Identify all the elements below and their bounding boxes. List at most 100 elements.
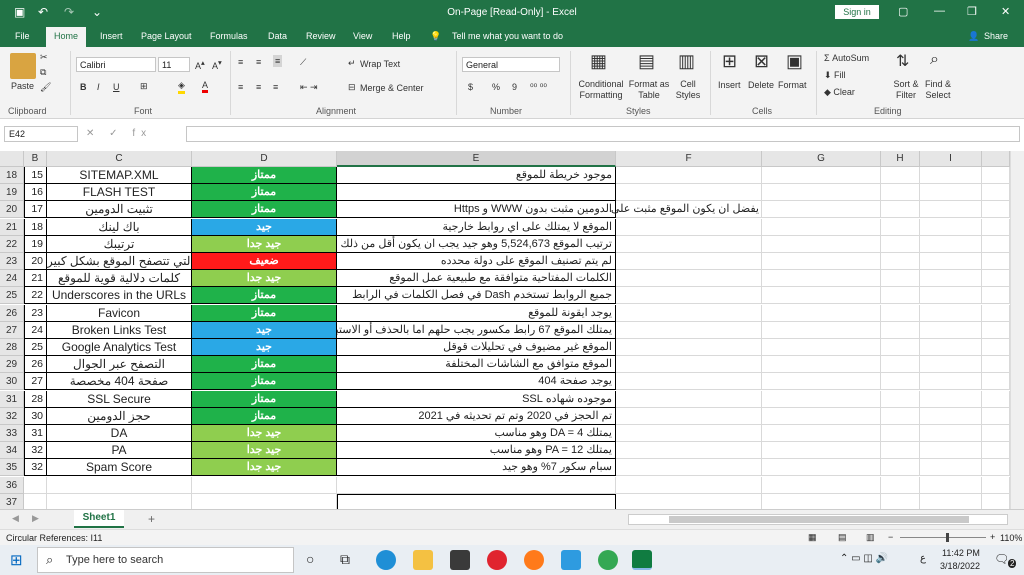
cell-notes[interactable]: [616, 476, 762, 494]
cell-rating[interactable]: جيد جدا: [192, 270, 337, 288]
cell-details[interactable]: يوجد ايقونة للموقع: [337, 304, 616, 322]
row-header[interactable]: 36: [0, 476, 24, 494]
cell-check-name[interactable]: حجز الدومين: [47, 407, 192, 425]
cell-check-name[interactable]: صفحة 404 مخصصة: [47, 373, 192, 391]
tab-help[interactable]: Help: [392, 31, 411, 41]
cell-check-name[interactable]: [47, 493, 192, 509]
clear-button[interactable]: ◆ Clear: [824, 87, 855, 98]
row-header[interactable]: 26: [0, 304, 24, 322]
chrome-icon[interactable]: [598, 550, 618, 570]
cell[interactable]: [982, 459, 1010, 477]
cell-details[interactable]: الدومين مثبت بدون WWW و Https: [337, 201, 616, 219]
cell-index[interactable]: 19: [24, 235, 47, 253]
cell[interactable]: [920, 339, 982, 356]
format-painter-icon[interactable]: 🖌: [40, 82, 51, 93]
align-bottom-icon[interactable]: ≡: [273, 55, 283, 67]
row-header[interactable]: 37: [0, 493, 24, 509]
conditional-formatting-button[interactable]: Conditional Formatting: [575, 79, 627, 101]
find-select-icon[interactable]: ⌕: [930, 51, 939, 69]
row-header[interactable]: 21: [0, 218, 24, 236]
cell-check-name[interactable]: Broken Links Test: [47, 321, 192, 339]
cell-details[interactable]: يمتلك PA = 12 وهو مناسب: [337, 442, 616, 460]
cell-index[interactable]: 27: [24, 373, 47, 391]
cell[interactable]: [982, 442, 1010, 460]
cell-rating[interactable]: ممتاز: [192, 373, 337, 391]
cell-check-name[interactable]: Spam Score: [47, 459, 192, 477]
cell-notes[interactable]: [616, 425, 762, 442]
cell[interactable]: [762, 167, 881, 184]
cell[interactable]: [982, 356, 1010, 374]
close-icon[interactable]: ✕: [1001, 5, 1010, 18]
cell-details[interactable]: [337, 493, 616, 509]
cell-details[interactable]: الموقع متوافق مع الشاشات المختلفة: [337, 356, 616, 374]
cell-rating[interactable]: ممتاز: [192, 287, 337, 305]
cell[interactable]: [920, 270, 982, 288]
sort-filter-button[interactable]: Sort & Filter: [888, 79, 924, 101]
cell[interactable]: [762, 201, 881, 219]
cell-check-name[interactable]: Favicon: [47, 304, 192, 322]
cell-index[interactable]: 18: [24, 218, 47, 236]
share-button[interactable]: Share: [984, 31, 1008, 41]
cell[interactable]: [982, 304, 1010, 322]
align-right-icon[interactable]: ≡: [273, 82, 278, 92]
row-header[interactable]: 28: [0, 339, 24, 356]
underline-button[interactable]: U: [113, 82, 120, 92]
cell-details[interactable]: [337, 476, 616, 494]
cell[interactable]: [881, 235, 920, 253]
cell[interactable]: [920, 321, 982, 339]
sort-filter-icon[interactable]: ⇅: [896, 51, 909, 71]
cell-rating[interactable]: جيد: [192, 218, 337, 236]
cell[interactable]: [982, 321, 1010, 339]
cell-check-name[interactable]: PA: [47, 442, 192, 460]
cell-notes[interactable]: [616, 287, 762, 305]
merge-center-icon[interactable]: ⊟: [348, 82, 356, 93]
cell[interactable]: [881, 390, 920, 408]
cell-index[interactable]: 22: [24, 287, 47, 305]
cell[interactable]: [920, 476, 982, 494]
cell[interactable]: [881, 253, 920, 270]
percent-button[interactable]: %: [492, 82, 500, 92]
italic-button[interactable]: I: [97, 82, 100, 92]
cell-notes[interactable]: [616, 235, 762, 253]
cell-check-name[interactable]: DA: [47, 425, 192, 442]
column-header[interactable]: H: [881, 151, 920, 167]
cell-check-name[interactable]: باك لينك: [47, 218, 192, 236]
cell-check-name[interactable]: FLASH TEST: [47, 184, 192, 202]
cell-rating[interactable]: جيد: [192, 339, 337, 356]
cell[interactable]: [762, 253, 881, 270]
insert-cells-icon[interactable]: ⊞: [722, 51, 737, 72]
restore-icon[interactable]: ❐: [967, 5, 977, 18]
cell[interactable]: [982, 184, 1010, 202]
tab-insert[interactable]: Insert: [100, 31, 123, 41]
cell-index[interactable]: 31: [24, 425, 47, 442]
row-header[interactable]: 30: [0, 373, 24, 391]
taskbar-search-input[interactable]: ⌕ Type here to search: [37, 547, 294, 573]
row-header[interactable]: 20: [0, 201, 24, 219]
cell[interactable]: [762, 493, 881, 509]
cell-notes[interactable]: [616, 407, 762, 425]
cell-check-name[interactable]: SITEMAP.XML: [47, 167, 192, 184]
cell[interactable]: [982, 407, 1010, 425]
column-header[interactable]: F: [616, 151, 762, 167]
cell-check-name[interactable]: Underscores in the URLs: [47, 287, 192, 305]
comma-button[interactable]: 9: [512, 82, 517, 92]
cell-check-name[interactable]: التصفح عبر الجوال: [47, 356, 192, 374]
tab-formulas[interactable]: Formulas: [210, 31, 248, 41]
clock-date[interactable]: 3/18/2022: [940, 561, 980, 571]
delete-cells-icon[interactable]: ⊠: [754, 51, 769, 72]
cell-styles-icon[interactable]: ▥: [678, 51, 695, 72]
cell-check-name[interactable]: SSL Secure: [47, 390, 192, 408]
zoom-slider[interactable]: [900, 533, 986, 542]
cell[interactable]: [982, 167, 1010, 184]
formula-input[interactable]: [186, 126, 1020, 142]
cell[interactable]: [881, 476, 920, 494]
cell[interactable]: [762, 270, 881, 288]
format-as-table-button[interactable]: Format as Table: [627, 79, 671, 101]
cell-check-name[interactable]: تثبيت الدومين: [47, 201, 192, 219]
cell-index[interactable]: 21: [24, 270, 47, 288]
start-icon[interactable]: ⊞: [10, 551, 23, 569]
bold-button[interactable]: B: [80, 82, 87, 92]
cell[interactable]: [982, 253, 1010, 270]
firefox-icon[interactable]: [524, 550, 544, 570]
cell[interactable]: [762, 184, 881, 202]
